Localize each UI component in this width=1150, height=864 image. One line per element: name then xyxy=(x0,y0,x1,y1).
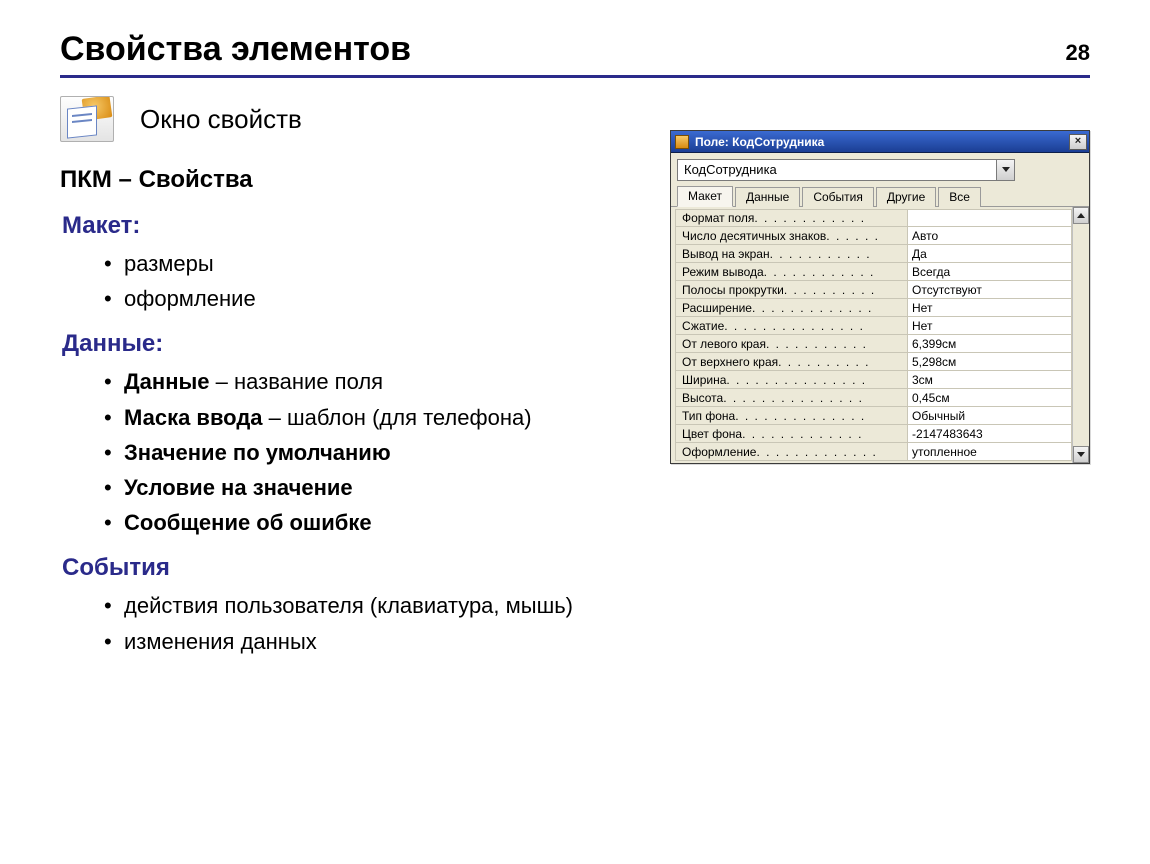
property-value[interactable]: Отсутствуют xyxy=(908,281,1071,298)
property-value[interactable]: 5,298см xyxy=(908,353,1071,370)
property-value[interactable]: утопленное xyxy=(908,443,1071,460)
property-label: От левого края . . . . . . . . . . . xyxy=(676,335,908,352)
window-title: Поле: КодСотрудника xyxy=(695,135,1063,149)
list-item: действия пользователя (клавиатура, мышь) xyxy=(124,593,573,618)
properties-icon xyxy=(60,96,114,142)
property-label: Цвет фона . . . . . . . . . . . . . xyxy=(676,425,908,442)
list-item-bold: Данные xyxy=(124,369,210,394)
slide-title: Свойства элементов xyxy=(60,30,411,69)
property-label: Режим вывода . . . . . . . . . . . . xyxy=(676,263,908,280)
tab-label: Все xyxy=(949,190,970,204)
property-row[interactable]: Ширина . . . . . . . . . . . . . . . 3см xyxy=(675,371,1072,389)
property-value[interactable]: 0,45см xyxy=(908,389,1071,406)
property-row[interactable]: От верхнего края . . . . . . . . . . 5,2… xyxy=(675,353,1072,371)
tab-strip: Макет Данные События Другие Все xyxy=(671,185,1089,207)
property-row[interactable]: От левого края . . . . . . . . . . . 6,3… xyxy=(675,335,1072,353)
combo-value: КодСотрудника xyxy=(678,160,996,180)
property-value[interactable]: 3см xyxy=(908,371,1071,388)
list-item-rest: – шаблон (для телефона) xyxy=(263,405,532,430)
property-row[interactable]: Полосы прокрутки . . . . . . . . . . Отс… xyxy=(675,281,1072,299)
property-row[interactable]: Режим вывода . . . . . . . . . . . . Все… xyxy=(675,263,1072,281)
tab-data[interactable]: Данные xyxy=(735,187,800,207)
close-button[interactable]: × xyxy=(1069,134,1087,150)
tab-other[interactable]: Другие xyxy=(876,187,936,207)
tab-label: Другие xyxy=(887,190,925,204)
tab-label: События xyxy=(813,190,863,204)
icon-label: Окно свойств xyxy=(140,104,302,135)
chevron-down-icon xyxy=(1002,167,1010,173)
property-row[interactable]: Цвет фона . . . . . . . . . . . . . -214… xyxy=(675,425,1072,443)
property-label: Высота . . . . . . . . . . . . . . . xyxy=(676,389,908,406)
vertical-scrollbar[interactable] xyxy=(1072,207,1089,463)
property-label: Полосы прокрутки . . . . . . . . . . xyxy=(676,281,908,298)
property-row[interactable]: Оформление . . . . . . . . . . . . . уто… xyxy=(675,443,1072,461)
list-item-bold: Сообщение об ошибке xyxy=(124,510,372,535)
property-row[interactable]: Тип фона . . . . . . . . . . . . . . Обы… xyxy=(675,407,1072,425)
property-label: Число десятичных знаков . . . . . . xyxy=(676,227,908,244)
list-item: изменения данных xyxy=(124,629,317,654)
slide-header: Свойства элементов 28 xyxy=(60,30,1090,78)
property-label: Ширина . . . . . . . . . . . . . . . xyxy=(676,371,908,388)
property-value[interactable] xyxy=(908,210,1071,226)
property-label: Вывод на экран . . . . . . . . . . . xyxy=(676,245,908,262)
property-row[interactable]: Вывод на экран . . . . . . . . . . . Да xyxy=(675,245,1072,263)
property-value[interactable]: Да xyxy=(908,245,1071,262)
property-label: Формат поля . . . . . . . . . . . . xyxy=(676,210,908,226)
list-item: оформление xyxy=(124,286,256,311)
property-row[interactable]: Число десятичных знаков . . . . . . Авто xyxy=(675,227,1072,245)
tab-label: Макет xyxy=(688,189,722,203)
list-item-bold: Значение по умолчанию xyxy=(124,440,391,465)
section-events-list: действия пользователя (клавиатура, мышь)… xyxy=(104,588,1090,658)
list-item-bold: Условие на значение xyxy=(124,475,353,500)
property-value[interactable]: Обычный xyxy=(908,407,1071,424)
property-label: Тип фона . . . . . . . . . . . . . . xyxy=(676,407,908,424)
tab-events[interactable]: События xyxy=(802,187,874,207)
section-events-title: События xyxy=(62,554,1090,582)
chevron-up-icon xyxy=(1077,213,1085,219)
property-value[interactable]: -2147483643 xyxy=(908,425,1071,442)
chevron-down-icon xyxy=(1077,452,1085,458)
list-item-bold: Маска ввода xyxy=(124,405,263,430)
property-row[interactable]: Высота . . . . . . . . . . . . . . . 0,4… xyxy=(675,389,1072,407)
scroll-up-button[interactable] xyxy=(1073,207,1089,224)
property-label: Расширение . . . . . . . . . . . . . xyxy=(676,299,908,316)
tab-all[interactable]: Все xyxy=(938,187,981,207)
list-item-rest: – название поля xyxy=(210,369,384,394)
property-value[interactable]: Нет xyxy=(908,299,1071,316)
scroll-down-button[interactable] xyxy=(1073,446,1089,463)
property-label: Сжатие . . . . . . . . . . . . . . . xyxy=(676,317,908,334)
tab-layout[interactable]: Макет xyxy=(677,186,733,207)
property-value[interactable]: Авто xyxy=(908,227,1071,244)
property-value[interactable]: Нет xyxy=(908,317,1071,334)
property-grid: Формат поля . . . . . . . . . . . . Числ… xyxy=(671,207,1072,463)
property-row[interactable]: Формат поля . . . . . . . . . . . . xyxy=(675,209,1072,227)
property-value[interactable]: 6,399см xyxy=(908,335,1071,352)
tab-label: Данные xyxy=(746,190,789,204)
property-row[interactable]: Расширение . . . . . . . . . . . . . Нет xyxy=(675,299,1072,317)
properties-window: Поле: КодСотрудника × КодСотрудника Маке… xyxy=(670,130,1090,464)
window-titlebar[interactable]: Поле: КодСотрудника × xyxy=(671,131,1089,153)
property-row[interactable]: Сжатие . . . . . . . . . . . . . . . Нет xyxy=(675,317,1072,335)
page-number: 28 xyxy=(1066,40,1090,66)
list-item: размеры xyxy=(124,251,214,276)
property-label: Оформление . . . . . . . . . . . . . xyxy=(676,443,908,460)
dropdown-button[interactable] xyxy=(996,160,1014,180)
object-selector-combo[interactable]: КодСотрудника xyxy=(677,159,1015,181)
window-icon xyxy=(675,135,689,149)
property-label: От верхнего края . . . . . . . . . . xyxy=(676,353,908,370)
property-value[interactable]: Всегда xyxy=(908,263,1071,280)
